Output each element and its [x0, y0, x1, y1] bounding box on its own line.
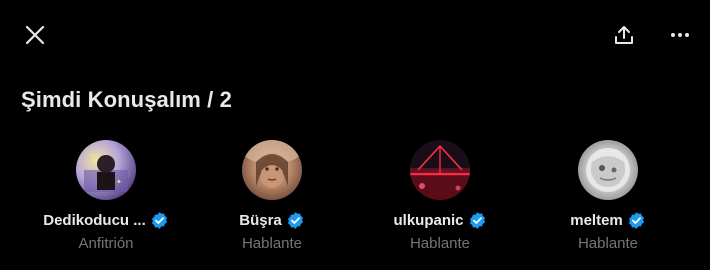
avatar-image [586, 148, 630, 192]
close-button[interactable] [17, 17, 53, 53]
verified-badge-icon [151, 211, 167, 229]
participant-role: Hablante [577, 235, 639, 252]
svg-text:✦: ✦ [90, 152, 96, 160]
name-row: meltem [570, 209, 646, 231]
avatar-image: ✦ ✦ [84, 152, 128, 192]
participant-item[interactable]: meltem Hablante [524, 138, 692, 252]
participant-item[interactable]: ✦ ✦ Dedikoducu ... Anfitrión [22, 138, 190, 252]
share-icon [615, 26, 633, 44]
participant-name: ulkupanic [393, 211, 464, 229]
participant-role: Hablante [241, 235, 303, 252]
svg-text:✦: ✦ [116, 178, 122, 186]
space-title: Şimdi Konuşalım / 2 [21, 87, 232, 112]
participant-role: Anfitrión [78, 235, 134, 252]
participant-name: Büşra [239, 211, 282, 229]
participants-list: ✦ ✦ Dedikoducu ... Anfitrión Büşra Habla… [0, 138, 710, 270]
participant-item[interactable]: Büşra Hablante [188, 138, 356, 252]
participant-name: meltem [570, 211, 623, 229]
avatar-image [242, 140, 302, 188]
name-row: ulkupanic [393, 209, 486, 231]
verified-badge-icon [287, 211, 303, 229]
share-button[interactable] [606, 17, 642, 53]
name-row: Büşra [239, 209, 305, 231]
avatar[interactable] [578, 140, 638, 200]
avatar[interactable] [242, 140, 302, 200]
participant-role: Hablante [409, 235, 471, 252]
avatar[interactable]: ✦ ✦ [76, 140, 136, 200]
avatar[interactable] [410, 140, 470, 200]
avatar-image [410, 140, 470, 200]
name-row: Dedikoducu ... [43, 209, 169, 231]
more-icon [671, 33, 689, 37]
participant-item[interactable]: ulkupanic Hablante [356, 138, 524, 252]
verified-badge-icon [628, 211, 644, 229]
close-icon [25, 25, 45, 45]
top-bar [0, 0, 710, 70]
more-options-button[interactable] [662, 17, 698, 53]
verified-badge-icon [469, 211, 485, 229]
participant-name: Dedikoducu ... [43, 211, 146, 229]
